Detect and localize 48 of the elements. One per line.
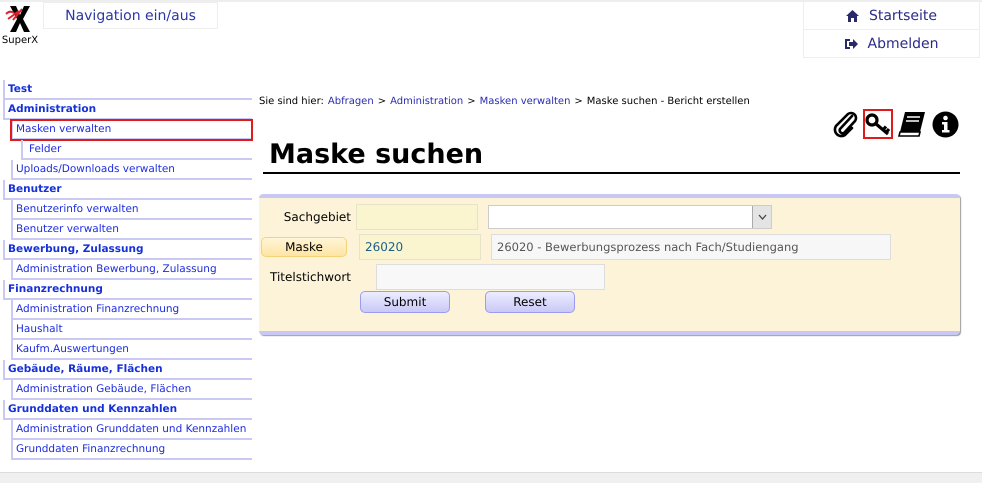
- reset-button[interactable]: Reset: [485, 291, 575, 313]
- input-field[interactable]: [356, 204, 478, 230]
- sidebar-item[interactable]: Masken verwalten: [11, 120, 252, 140]
- book-icon[interactable]: [898, 111, 926, 137]
- breadcrumb-link[interactable]: Administration: [390, 96, 464, 107]
- breadcrumb-label: Sie sind hier:: [259, 96, 324, 107]
- sidebar-section[interactable]: Finanzrechnung: [3, 280, 252, 300]
- sidebar-section[interactable]: Gebäude, Räume, Flächen: [3, 360, 252, 380]
- field-label: Sachgebiet: [282, 210, 352, 224]
- breadcrumb-link[interactable]: Masken verwalten: [480, 96, 570, 107]
- sidebar-section[interactable]: Grunddaten und Kennzahlen: [3, 400, 252, 420]
- sidebar-item[interactable]: Uploads/Downloads verwalten: [11, 160, 252, 180]
- input-field[interactable]: [376, 264, 605, 290]
- sidebar-item[interactable]: Grunddaten Finanzrechnung: [11, 440, 252, 460]
- logout-icon: [844, 38, 858, 50]
- sidebar-item[interactable]: Administration Finanzrechnung: [11, 300, 252, 320]
- logout-link[interactable]: Abmelden: [804, 30, 979, 57]
- sidebar-item[interactable]: Administration Gebäude, Flächen: [11, 380, 252, 400]
- lookup-button[interactable]: Maske: [261, 237, 347, 257]
- breadcrumb-separator: >: [378, 96, 386, 107]
- sidebar-item[interactable]: Benutzerinfo verwalten: [11, 200, 252, 220]
- sidebar-item[interactable]: Haushalt: [11, 320, 252, 340]
- caret-icon[interactable]: [758, 214, 766, 220]
- description-field: 26020 - Bewerbungsprozess nach Fach/Studiengang: [491, 234, 891, 260]
- page-heading: Maske suchen: [269, 139, 484, 171]
- sidebar-section[interactable]: Test: [3, 80, 252, 100]
- info-icon[interactable]: [932, 110, 959, 138]
- sidebar-item[interactable]: Felder: [21, 140, 252, 160]
- sidebar-item[interactable]: Administration Bewerbung, Zulassung: [11, 260, 252, 280]
- home-icon: [846, 10, 859, 22]
- submit-button[interactable]: Submit: [360, 291, 450, 313]
- sidebar-item[interactable]: Kaufm.Auswertungen: [11, 340, 252, 360]
- sidebar-section[interactable]: Administration: [3, 100, 252, 120]
- sidebar-section[interactable]: Benutzer: [3, 180, 252, 200]
- navigation-toggle-button[interactable]: Navigation ein/aus: [43, 2, 218, 29]
- sidebar-section[interactable]: Bewerbung, Zulassung: [3, 240, 252, 260]
- breadcrumb-separator: >: [467, 96, 476, 107]
- breadcrumb-link[interactable]: Abfragen: [328, 96, 374, 107]
- paperclip-icon[interactable]: [832, 110, 858, 138]
- home-link[interactable]: Startseite: [804, 2, 979, 30]
- sidebar-item[interactable]: Benutzer verwalten: [11, 220, 252, 240]
- breadcrumb-current: Maske suchen - Bericht erstellen: [586, 96, 750, 107]
- sidebar-item[interactable]: Administration Grunddaten und Kennzahlen: [11, 420, 252, 440]
- input-field[interactable]: 26020: [359, 234, 481, 260]
- breadcrumb-separator: >: [574, 96, 583, 107]
- key-icon[interactable]: [864, 110, 892, 138]
- logo-caption: SuperX: [2, 35, 38, 46]
- field-label: Titelstichwort: [268, 270, 352, 284]
